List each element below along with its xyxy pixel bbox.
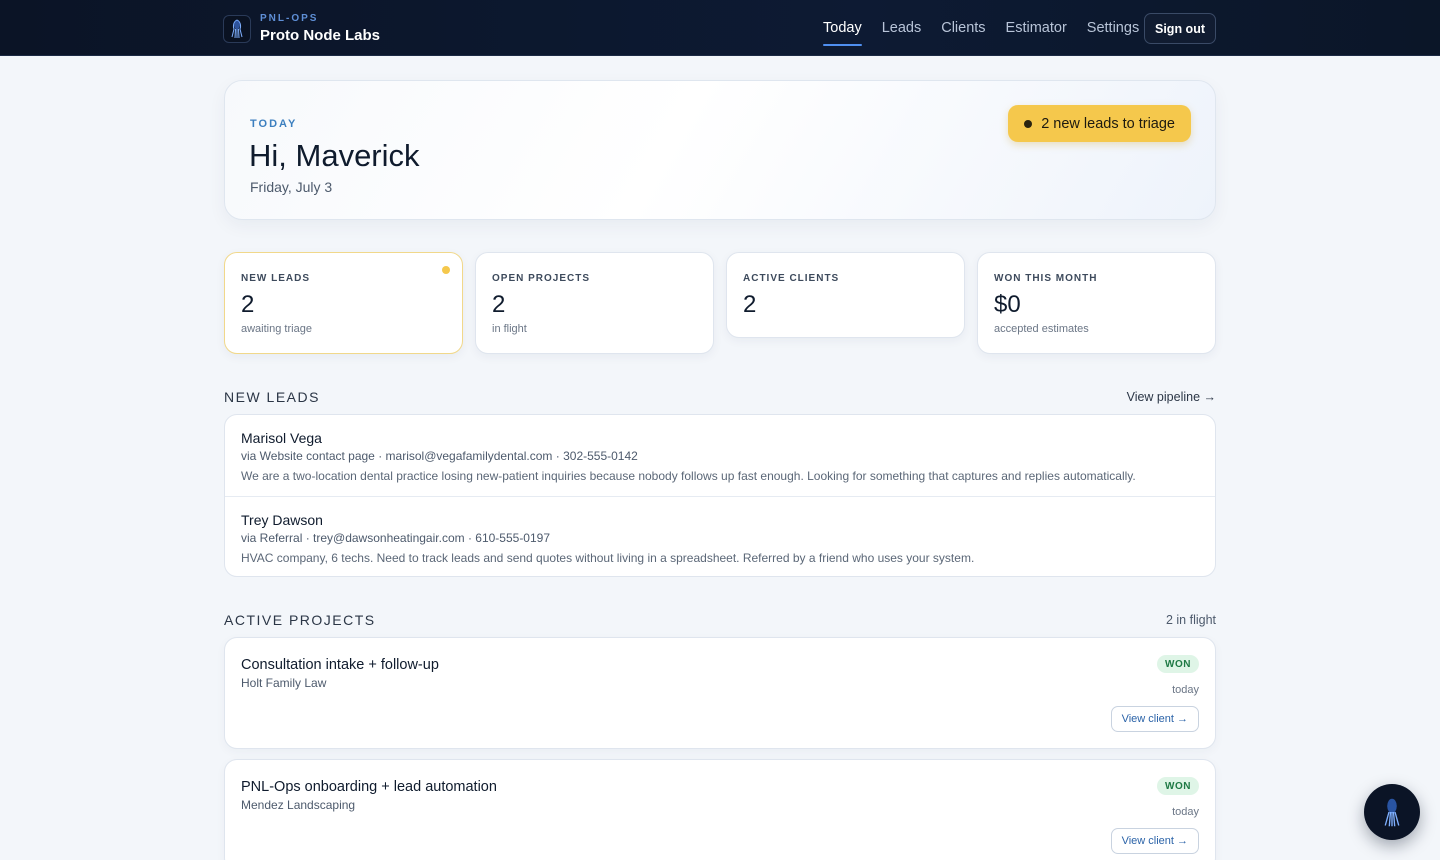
nav-estimator[interactable]: Estimator xyxy=(1006,16,1067,40)
stat-label: OPEN PROJECTS xyxy=(492,273,591,284)
stat-card-won-this-month[interactable]: WON THIS MONTH $0 accepted estimates xyxy=(977,252,1216,354)
stat-label: NEW LEADS xyxy=(241,273,310,284)
stat-sub: awaiting triage xyxy=(241,323,312,335)
hero-kicker: TODAY xyxy=(250,118,298,130)
today-hero-card: TODAY Hi, Maverick Friday, July 3 2 new … xyxy=(224,80,1216,220)
stat-sub: in flight xyxy=(492,323,527,335)
lead-item[interactable]: Trey Dawson via Referral · trey@dawsonhe… xyxy=(225,496,1215,577)
brand[interactable]: PNL-OPS Proto Node Labs xyxy=(223,14,380,43)
squid-assistant-icon xyxy=(1384,798,1400,827)
attention-dot-icon xyxy=(442,266,450,274)
stat-value: 2 xyxy=(241,291,255,318)
stat-value: 2 xyxy=(492,291,506,318)
lead-name: Trey Dawson xyxy=(241,512,323,528)
new-leads-list: Marisol Vega via Website contact page · … xyxy=(224,414,1216,577)
current-date: Friday, July 3 xyxy=(250,179,333,195)
lead-meta: via Website contact page · marisol@vegaf… xyxy=(241,449,638,463)
status-dot-icon xyxy=(1024,119,1033,128)
stat-value: 2 xyxy=(743,291,757,318)
stat-card-open-projects[interactable]: OPEN PROJECTS 2 in flight xyxy=(475,252,714,354)
nav-today[interactable]: Today xyxy=(823,16,862,46)
lead-note: HVAC company, 6 techs. Need to track lea… xyxy=(241,551,975,565)
view-pipeline-link[interactable]: View pipeline → xyxy=(1127,390,1216,404)
brand-name: Proto Node Labs xyxy=(260,27,381,44)
project-title: Consultation intake + follow-up xyxy=(241,657,439,673)
project-card: Consultation intake + follow-up Holt Fam… xyxy=(224,637,1216,749)
view-client-button[interactable]: View client → xyxy=(1110,828,1199,854)
nav-clients[interactable]: Clients xyxy=(941,16,985,40)
top-navbar: PNL-OPS Proto Node Labs Today Leads Clie… xyxy=(0,0,1440,56)
project-when: today xyxy=(1172,684,1199,696)
stat-label: WON THIS MONTH xyxy=(994,273,1098,284)
squid-logo-icon xyxy=(223,14,251,43)
brand-tag: PNL-OPS xyxy=(260,13,319,24)
nav-leads[interactable]: Leads xyxy=(882,16,922,40)
project-client: Mendez Landscaping xyxy=(241,798,356,812)
nav-settings[interactable]: Settings xyxy=(1087,16,1139,40)
new-leads-heading: NEW LEADS xyxy=(224,389,320,405)
greeting-title: Hi, Maverick xyxy=(249,138,420,173)
view-client-button[interactable]: View client → xyxy=(1110,706,1199,732)
triage-label: 2 new leads to triage xyxy=(1041,115,1175,132)
status-badge: WON xyxy=(1157,655,1199,673)
assistant-button[interactable] xyxy=(1364,784,1420,840)
project-when: today xyxy=(1172,806,1199,818)
stat-label: ACTIVE CLIENTS xyxy=(743,273,840,284)
projects-count: 2 in flight xyxy=(1165,613,1216,627)
stat-card-new-leads[interactable]: NEW LEADS 2 awaiting triage xyxy=(224,252,463,354)
active-projects-heading: ACTIVE PROJECTS xyxy=(224,612,376,628)
sign-out-button[interactable]: Sign out xyxy=(1144,13,1216,44)
stat-card-active-clients[interactable]: ACTIVE CLIENTS 2 xyxy=(726,252,965,338)
lead-note: We are a two-location dental practice lo… xyxy=(241,469,1136,483)
project-client: Holt Family Law xyxy=(241,676,327,690)
project-card: PNL-Ops onboarding + lead automation Men… xyxy=(224,759,1216,860)
lead-meta: via Referral · trey@dawsonheatingair.com… xyxy=(241,531,551,545)
stat-sub: accepted estimates xyxy=(994,323,1089,335)
lead-name: Marisol Vega xyxy=(241,430,322,446)
triage-leads-button[interactable]: 2 new leads to triage xyxy=(1008,105,1191,142)
status-badge: WON xyxy=(1157,777,1199,795)
main-nav: Today Leads Clients Estimator Settings xyxy=(823,0,1159,56)
project-title: PNL-Ops onboarding + lead automation xyxy=(241,779,497,795)
lead-item[interactable]: Marisol Vega via Website contact page · … xyxy=(225,415,1215,496)
stat-value: $0 xyxy=(994,291,1021,318)
